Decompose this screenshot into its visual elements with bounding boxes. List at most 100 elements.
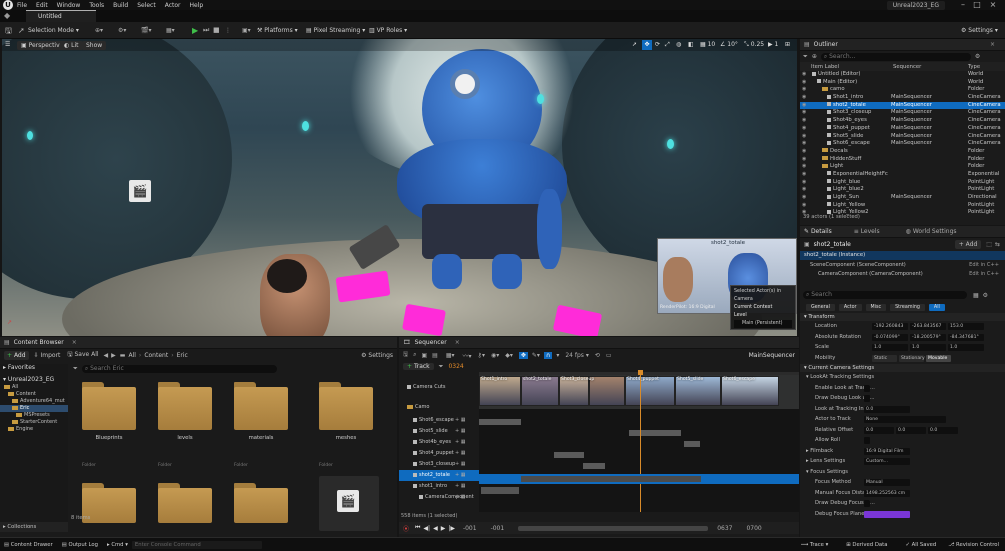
menu-build[interactable]: Build	[113, 2, 128, 9]
folder-tile[interactable]	[158, 382, 212, 430]
visibility-icon[interactable]: ◉	[802, 186, 806, 194]
offset-x[interactable]: 0.0	[864, 426, 894, 434]
vp-roles-button[interactable]: ▥ VP Roles ▾	[369, 25, 407, 36]
mobility-stationary[interactable]: Stationary	[899, 354, 925, 362]
current-time[interactable]: 0324	[448, 363, 463, 370]
forward-icon[interactable]: ▶	[111, 352, 116, 359]
range-start[interactable]: -001	[463, 525, 477, 532]
close-tab-icon[interactable]: ×	[455, 339, 460, 346]
allow-roll-checkbox[interactable]	[864, 437, 870, 444]
move-tool-icon[interactable]: ✥	[642, 40, 652, 50]
maximize-icon[interactable]: □	[970, 0, 984, 10]
filter-tab[interactable]: Actor	[838, 303, 862, 311]
track-options-icon[interactable]: ▦▾	[446, 352, 455, 359]
project-section[interactable]: ▾ Unreal2023_EG	[0, 376, 68, 384]
filter-icon[interactable]: ⏷	[439, 363, 444, 371]
actor-track-dropdown[interactable]: None	[864, 416, 946, 423]
component-row[interactable]: SceneComponent (SceneComponent) Edit in …	[800, 260, 1005, 269]
collections-section[interactable]: ▸ Collections	[0, 522, 68, 532]
next-frame-icon[interactable]: |▶	[448, 525, 455, 532]
visibility-icon[interactable]: ◉	[802, 156, 806, 164]
breadcrumb-eric[interactable]: Eric	[177, 352, 188, 359]
add-track-button[interactable]: + Track	[403, 363, 434, 370]
visibility-icon[interactable]: ◉	[802, 102, 806, 110]
col-item-label[interactable]: Item Label	[811, 64, 839, 70]
breadcrumb-content[interactable]: Content	[144, 352, 168, 359]
sequencer-track[interactable]: shot2_totale + ▦	[399, 470, 479, 481]
outliner-search-input[interactable]: ⌕ Search...	[820, 52, 971, 61]
goto-start-icon[interactable]: ⏮	[415, 524, 420, 532]
lit-button[interactable]: ◐ Lit	[60, 41, 83, 50]
filmback-dropdown[interactable]: 16:9 Digital Film	[864, 447, 910, 455]
menu-window[interactable]: Window	[57, 2, 81, 9]
location-z[interactable]: 153.0	[948, 323, 984, 330]
rotate-tool-icon[interactable]: ⟳	[655, 41, 660, 48]
back-icon[interactable]: ◀	[104, 352, 109, 359]
show-button[interactable]: Show	[82, 41, 107, 50]
key-icon[interactable]: ⚷▾	[478, 352, 485, 359]
curve-icon[interactable]: 〰▾	[463, 351, 472, 360]
range-end[interactable]: 0700	[746, 525, 761, 532]
settings-button[interactable]: ⚙ Settings ▾	[961, 25, 998, 36]
rotation-z[interactable]: -84.347681°	[948, 333, 984, 341]
sequencer-track[interactable]: Shot4_puppet + ▦	[399, 448, 479, 459]
tree-item[interactable]: Content	[0, 391, 68, 398]
console-input[interactable]: Enter Console Command	[131, 540, 262, 549]
outliner-row[interactable]: ◉ Light_blue2 PointLight	[800, 186, 1005, 194]
play-reverse-icon[interactable]: ◀	[433, 525, 438, 532]
track-add-icon[interactable]: + ▦	[455, 492, 466, 503]
play-options-icon[interactable]: ⋮	[225, 25, 231, 36]
visibility-icon[interactable]: ◉	[802, 86, 806, 94]
launch-icon[interactable]: ▣▾	[242, 25, 251, 36]
section-camera-settings[interactable]: ▾ Current Camera Settings	[800, 364, 1005, 372]
timeline-scrollbar[interactable]	[518, 525, 709, 531]
details-actor-name[interactable]: shot2_totale	[814, 241, 851, 248]
tab-world-settings[interactable]: ◍ World Settings	[906, 228, 957, 235]
sequencer-track[interactable]: Shot5_slide + ▦	[399, 426, 479, 437]
tree-item[interactable]: MSPresets	[0, 412, 68, 419]
component-row[interactable]: CameraComponent (CameraComponent) Edit i…	[800, 269, 1005, 278]
prev-frame-icon[interactable]: ◀|	[423, 525, 430, 532]
filter-tab[interactable]: Streaming	[890, 303, 925, 311]
visibility-icon[interactable]: ◉	[802, 202, 806, 210]
edit-cpp-link[interactable]: Edit in C++	[969, 262, 999, 268]
sequencer-track[interactable]: Shot3_closeup + ▦	[399, 459, 479, 470]
menu-tools[interactable]: Tools	[89, 2, 104, 9]
track-key-bar[interactable]	[479, 419, 521, 425]
outliner-row[interactable]: ◉ Light_blue PointLight	[800, 179, 1005, 187]
visibility-icon[interactable]: ◉	[802, 94, 806, 102]
visibility-icon[interactable]: ◉	[802, 79, 806, 87]
asset-tile-sequence[interactable]: 🎬	[319, 476, 379, 531]
tree-item[interactable]: Adventure64_mut	[0, 398, 68, 405]
derived-data-button[interactable]: ⊞ Derived Data	[846, 542, 887, 548]
outliner-row[interactable]: ◉ Shot1_intro MainSequencer CineCamera	[800, 94, 1005, 102]
folder-tile[interactable]	[234, 382, 288, 430]
tree-item[interactable]: All	[0, 384, 68, 391]
track-add-icon[interactable]: + ▦	[455, 459, 466, 470]
cmd-dropdown[interactable]: ▸ Cmd ▾	[107, 542, 128, 548]
outliner-row[interactable]: ◉ Untitled (Editor) World	[800, 71, 1005, 79]
draw-focus-checkbox[interactable]	[864, 500, 870, 507]
mobility-movable[interactable]: Movable	[926, 354, 951, 362]
tree-item[interactable]: Eric	[0, 405, 68, 412]
render-icon[interactable]: ▤	[432, 352, 438, 359]
lookat-group[interactable]: ▾ LookAt Tracking Settings	[800, 372, 1005, 383]
viewport-layout-icon[interactable]: ⊞	[785, 41, 790, 48]
all-saved-button[interactable]: ✓ All Saved	[905, 542, 936, 548]
quick-add-icon[interactable]: ⊕▾	[95, 25, 103, 36]
content-drawer-button[interactable]: ▤ Content Drawer	[4, 542, 53, 548]
tree-item[interactable]: Engine	[0, 426, 68, 433]
close-icon[interactable]: ×	[986, 0, 1000, 10]
timeline-area[interactable]: Shot1_intro shot2_totale Shot3_closeup Shot…	[479, 370, 799, 512]
unreal-logo-icon[interactable]: U	[3, 0, 13, 10]
world-space-icon[interactable]: ◍	[676, 41, 681, 48]
section-transform[interactable]: ▾ Transform	[800, 313, 1005, 321]
outliner-row[interactable]: ◉ Shot3_closeup MainSequencer CineCamera	[800, 109, 1005, 117]
visibility-icon[interactable]: ◉	[802, 71, 806, 79]
sequencer-track[interactable]: CameraComponent + ▦	[399, 492, 479, 503]
scale-x[interactable]: 1.0	[872, 344, 908, 351]
camera-icon[interactable]: ▣	[422, 352, 428, 359]
scale-snap-icon[interactable]: ⤡ 0.25	[744, 41, 764, 49]
details-search-input[interactable]: ⌕ Search	[803, 291, 967, 299]
pixel-streaming-button[interactable]: ▤ Pixel Streaming ▾	[306, 25, 365, 36]
